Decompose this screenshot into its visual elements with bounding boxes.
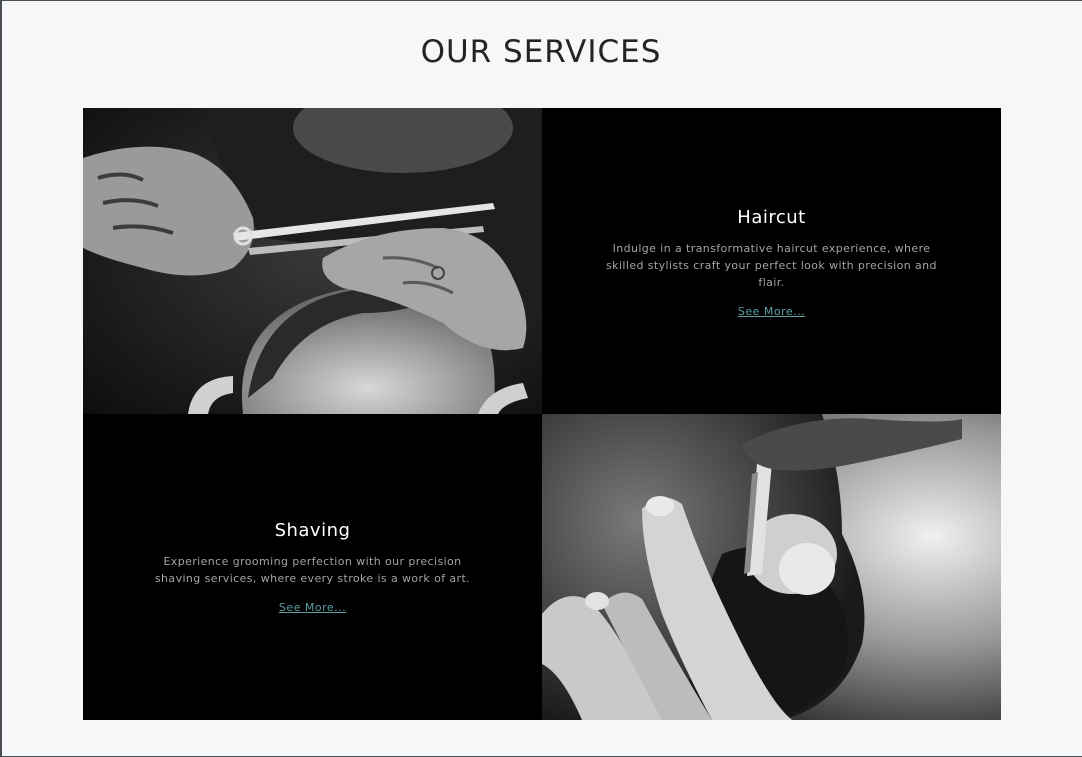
haircut-card: Haircut Indulge in a transformative hair… bbox=[542, 108, 1001, 414]
shaving-photo-illustration bbox=[542, 414, 1001, 720]
services-grid: Haircut Indulge in a transformative hair… bbox=[83, 108, 1001, 720]
shaving-see-more-link[interactable]: See More... bbox=[279, 601, 346, 614]
haircut-see-more-link[interactable]: See More... bbox=[738, 305, 805, 318]
shaving-title: Shaving bbox=[274, 520, 351, 541]
shaving-description: Experience grooming perfection with our … bbox=[154, 555, 471, 585]
haircut-image bbox=[83, 108, 542, 414]
haircut-photo-illustration bbox=[83, 108, 542, 414]
haircut-title: Haircut bbox=[737, 206, 806, 228]
haircut-description: Indulge in a transformative haircut expe… bbox=[606, 241, 937, 289]
shaving-image bbox=[542, 414, 1001, 720]
shaving-card: Shaving Experience grooming perfection w… bbox=[83, 414, 542, 720]
section-title: OUR SERVICES bbox=[420, 34, 662, 70]
